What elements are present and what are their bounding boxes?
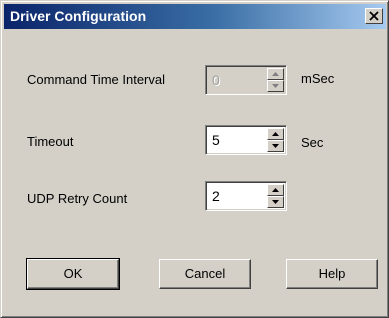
timeout-value[interactable]: 5 — [212, 132, 220, 148]
udp-retry-count-spin-up-button[interactable] — [267, 184, 284, 196]
spin-down-button — [267, 80, 284, 92]
udp-retry-count-label: UDP Retry Count — [27, 191, 128, 206]
driver-configuration-dialog: Driver Configuration Command Time Interv… — [0, 0, 389, 318]
udp-retry-count-value[interactable]: 2 — [212, 188, 220, 204]
command-time-interval-unit: mSec — [301, 71, 335, 86]
command-time-interval-spin-buttons — [267, 68, 284, 92]
help-button[interactable]: Help — [286, 259, 378, 289]
arrow-up-icon — [272, 132, 279, 136]
command-time-interval-label: Command Time Interval — [27, 72, 165, 87]
udp-retry-count-spin-down-button[interactable] — [267, 196, 284, 208]
window-title: Driver Configuration — [10, 8, 147, 24]
arrow-down-icon — [272, 144, 279, 148]
timeout-unit: Sec — [301, 135, 324, 150]
command-time-interval-value: 0 — [212, 72, 220, 88]
timeout-label: Timeout — [27, 134, 74, 149]
arrow-up-icon — [272, 72, 279, 76]
timeout-spin-down-button[interactable] — [267, 140, 284, 152]
cancel-button[interactable]: Cancel — [159, 259, 251, 289]
title-bar[interactable]: Driver Configuration — [4, 4, 386, 29]
close-icon — [369, 11, 379, 21]
arrow-up-icon — [272, 188, 279, 192]
ok-button[interactable]: OK — [26, 258, 120, 290]
arrow-down-icon — [272, 200, 279, 204]
udp-retry-count-spinner[interactable]: 2 — [205, 181, 287, 211]
spin-up-button — [267, 68, 284, 80]
timeout-spin-up-button[interactable] — [267, 128, 284, 140]
close-button[interactable] — [365, 8, 383, 24]
timeout-spinner[interactable]: 5 — [205, 125, 287, 155]
udp-retry-count-spin-buttons — [267, 184, 284, 208]
timeout-spin-buttons — [267, 128, 284, 152]
arrow-down-icon — [272, 84, 279, 88]
command-time-interval-spinner: 0 — [205, 65, 287, 95]
